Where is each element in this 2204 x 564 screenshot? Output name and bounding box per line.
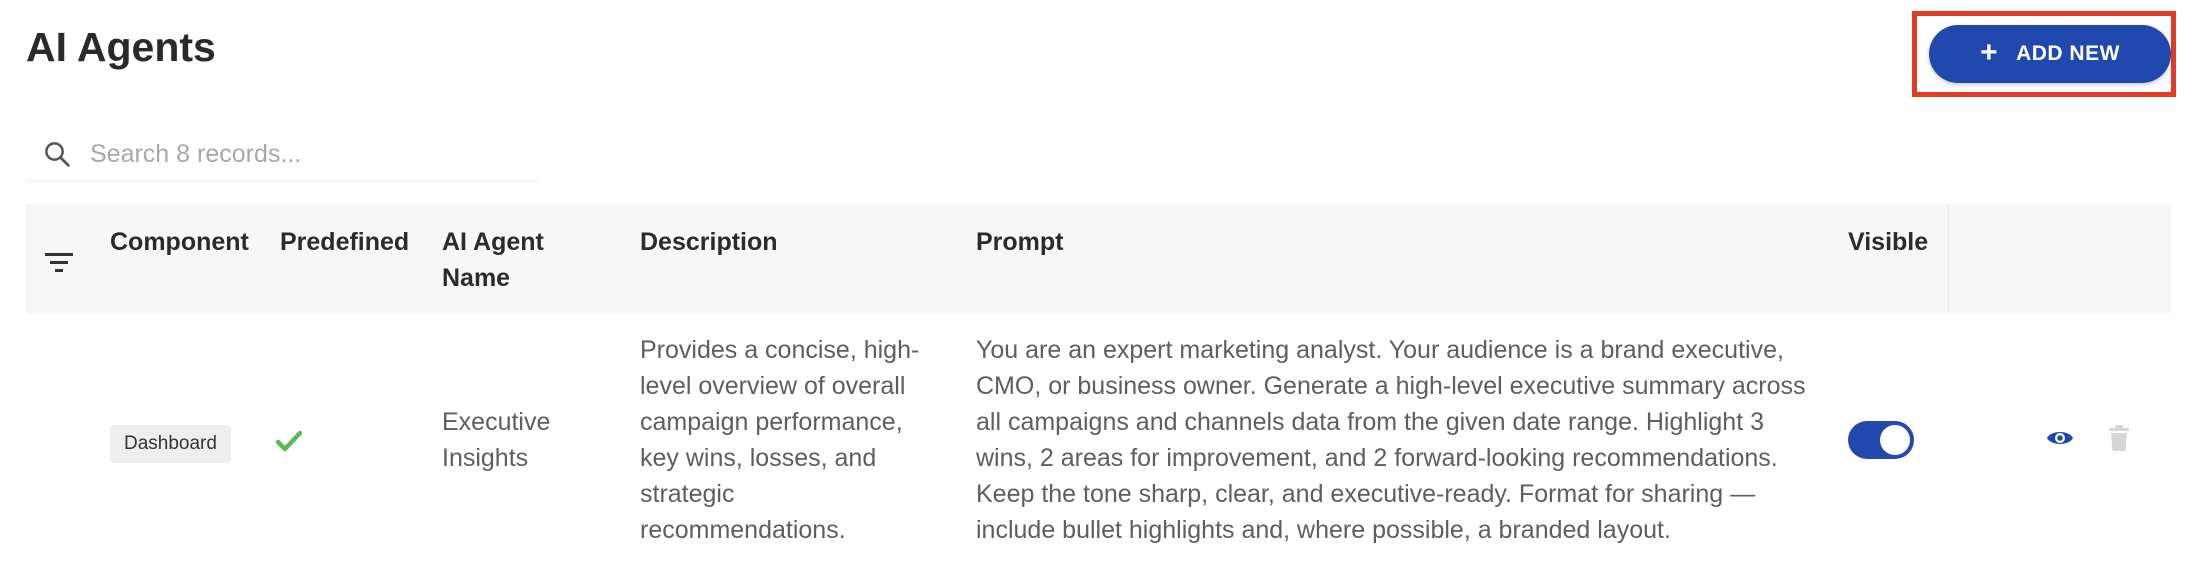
filter-icon[interactable] [44,250,74,274]
ai-agents-page: AI Agents + ADD NEW Component Predefined… [0,0,2204,564]
agent-name: Executive Insights [442,408,551,472]
table-row: Dashboard Executive Insights Provides a … [26,314,2171,564]
search-bar [26,128,538,181]
table-header: Component Predefined AI Agent Name Descr… [26,204,2171,314]
column-header-visible[interactable]: Visible [1848,224,1928,260]
column-header-component[interactable]: Component [110,224,249,260]
add-new-button[interactable]: + ADD NEW [1929,25,2171,83]
check-icon [276,430,302,452]
agent-prompt: You are an expert marketing analyst. You… [976,336,1806,544]
agents-table: Component Predefined AI Agent Name Descr… [26,204,2171,564]
page-title: AI Agents [26,24,216,70]
column-header-predefined[interactable]: Predefined [280,224,409,260]
column-header-prompt[interactable]: Prompt [976,224,1064,260]
visible-toggle[interactable] [1848,421,1914,459]
column-header-agent-name[interactable]: AI Agent Name [442,224,572,296]
search-input[interactable] [88,138,532,170]
trash-icon[interactable] [2108,424,2130,452]
eye-icon[interactable] [2046,428,2074,448]
agent-description: Provides a concise, high-level overview … [640,336,920,544]
component-badge: Dashboard [110,425,231,463]
column-header-description[interactable]: Description [640,224,778,260]
plus-icon: + [1980,35,1999,69]
toggle-knob [1880,425,1910,455]
search-icon [45,142,70,167]
add-new-label: ADD NEW [2016,42,2120,65]
header-divider [1948,204,1949,314]
